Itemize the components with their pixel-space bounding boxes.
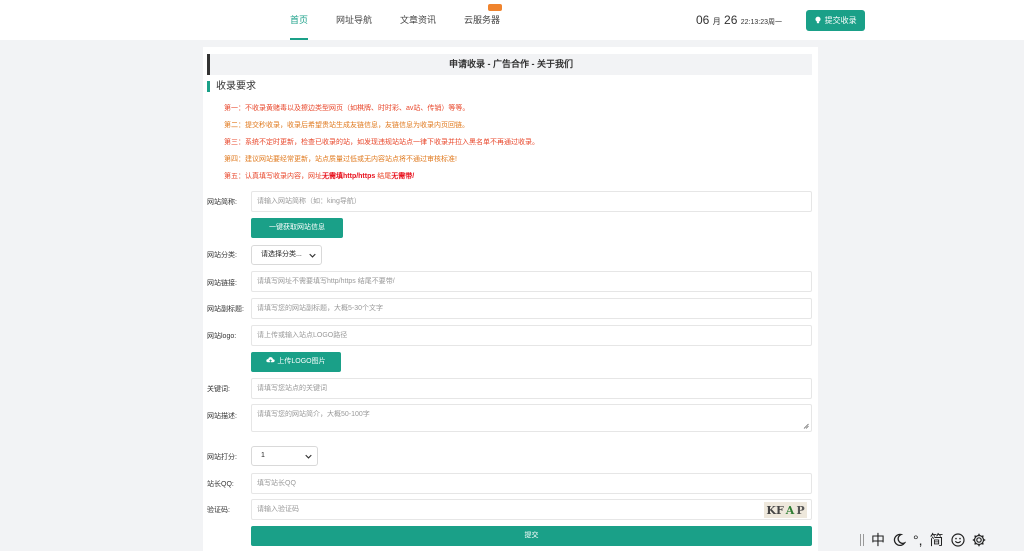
chevron-down-icon [305,454,312,459]
ime-toolbar: 中 °, 简 [860,531,986,549]
description-placeholder: 请填写您的网站简介，大概50-100字 [257,411,370,418]
captcha-input[interactable]: 请输入验证码 KF A P [251,499,812,520]
tab-bar: 申请收录 - 广告合作 - 关于我们 [207,54,812,75]
qq-input[interactable]: 填写站长QQ [251,473,812,494]
date-weekday: 周一 [768,19,782,26]
captcha-image[interactable]: KF A P [764,502,807,518]
description-label: 网站描述: [207,413,237,420]
rule-item: 第二：提交秒收录，收录后希望贵站生成友链信息，友链信息为收录内页回链。 [224,122,469,129]
rule-five-bold-2: 无需带/ [391,173,415,180]
url-input[interactable]: 请填写网址不需要填写http/https 结尾不要带/ [251,271,812,292]
captcha-placeholder: 请输入验证码 [257,506,299,513]
fetch-site-info-button[interactable]: 一键获取网站信息 [251,218,343,238]
gear-icon[interactable] [972,533,986,547]
site-name-label: 网站简称: [207,199,237,206]
category-select[interactable]: 请选择分类... [251,245,322,265]
moon-icon[interactable] [892,533,906,547]
rating-label: 网站打分: [207,454,237,461]
rule-item: 第四：建议网站要经常更新，站点质量过低或无内容站点将不通过审核标准! [224,156,457,163]
url-label: 网站链接: [207,280,237,287]
rule-five-text: 第五：认真填写收录内容，网址 [224,173,322,180]
keywords-input[interactable]: 请填写您站点的关键词 [251,378,812,399]
nav-home[interactable]: 首页 [290,0,309,40]
description-textarea[interactable]: 请填写您的网站简介，大概50-100字 [251,404,812,432]
submit-site-button[interactable]: 提交收录 [806,10,865,31]
rating-selected: 1 [261,452,265,459]
top-header: 首页 网址导航 文章资讯 云服务器 06 月 26 22:13:23周一 提交收… [0,0,1024,40]
keywords-label: 关键词: [207,386,230,393]
date-month-unit: 月 [712,17,721,26]
qq-label: 站长QQ: [207,481,234,488]
logo-input[interactable]: 请上传或输入站点LOGO路径 [251,325,812,346]
site-name-input[interactable]: 请输入网站简称（如：king导航） [251,191,812,212]
captcha-char: KF [766,503,784,517]
date-display: 06 月 26 22:13:23周一 [696,13,782,27]
ime-punctuation[interactable]: °, [913,532,923,548]
rule-item: 第一：不收录黄赌毒以及擦边类型网页（如棋牌、时时彩、av站、传销）等等。 [224,105,470,112]
chevron-down-icon [309,253,316,258]
submit-site-label: 提交收录 [824,16,857,25]
upload-logo-button[interactable]: 上传LOGO图片 [251,352,341,372]
date-month: 06 [696,13,710,27]
requirements-title: 收录要求 [207,81,256,92]
resize-handle-icon[interactable] [803,423,809,429]
nav-cloud-server[interactable]: 云服务器 [464,0,503,40]
nav-site-directory[interactable]: 网址导航 [336,0,372,40]
category-label: 网站分类: [207,252,237,259]
tab-bar-title[interactable]: 申请收录 - 广告合作 - 关于我们 [210,54,812,75]
form-submit-button[interactable]: 提交 [251,526,812,546]
captcha-char: A [785,503,795,517]
upload-logo-label: 上传LOGO图片 [277,358,326,365]
cloud-upload-icon [266,357,276,363]
ime-simplified[interactable]: 简 [930,530,944,550]
rating-select[interactable]: 1 [251,446,318,466]
date-time: 22:13:23 [740,19,768,26]
date-day: 26 [724,13,738,27]
hot-badge-icon [488,4,503,11]
logo-label: 网站logo: [207,333,237,340]
content-card: 申请收录 - 广告合作 - 关于我们 收录要求 第一：不收录黄赌毒以及擦边类型网… [203,47,818,551]
ime-chinese-mode[interactable]: 中 [871,530,885,550]
nav-articles[interactable]: 文章资讯 [400,0,436,40]
main-nav: 首页 网址导航 文章资讯 云服务器 [290,0,528,40]
rule-item: 第三：系统不定时更新，检查已收录的站，如发现违规站站点一律下收录并拉入黑名单不再… [224,139,539,146]
subtitle-input[interactable]: 请填写您的网站副标题，大概5-30个文字 [251,298,812,319]
category-selected: 请选择分类... [261,251,302,258]
rule-five-bold-1: 无需填http/https [322,173,376,180]
rule-item: 第五：认真填写收录内容，网址无需填http/https 结尾无需带/ [224,171,414,181]
ime-drag-handle[interactable] [860,534,864,546]
nav-cloud-server-label: 云服务器 [464,15,501,25]
rule-five-middle: 结尾 [375,173,392,180]
captcha-label: 验证码: [207,507,230,514]
subtitle-label: 网站副标题: [207,306,244,313]
lightbulb-icon [815,16,821,24]
emoji-icon[interactable] [950,533,965,547]
captcha-char: P [796,503,805,517]
